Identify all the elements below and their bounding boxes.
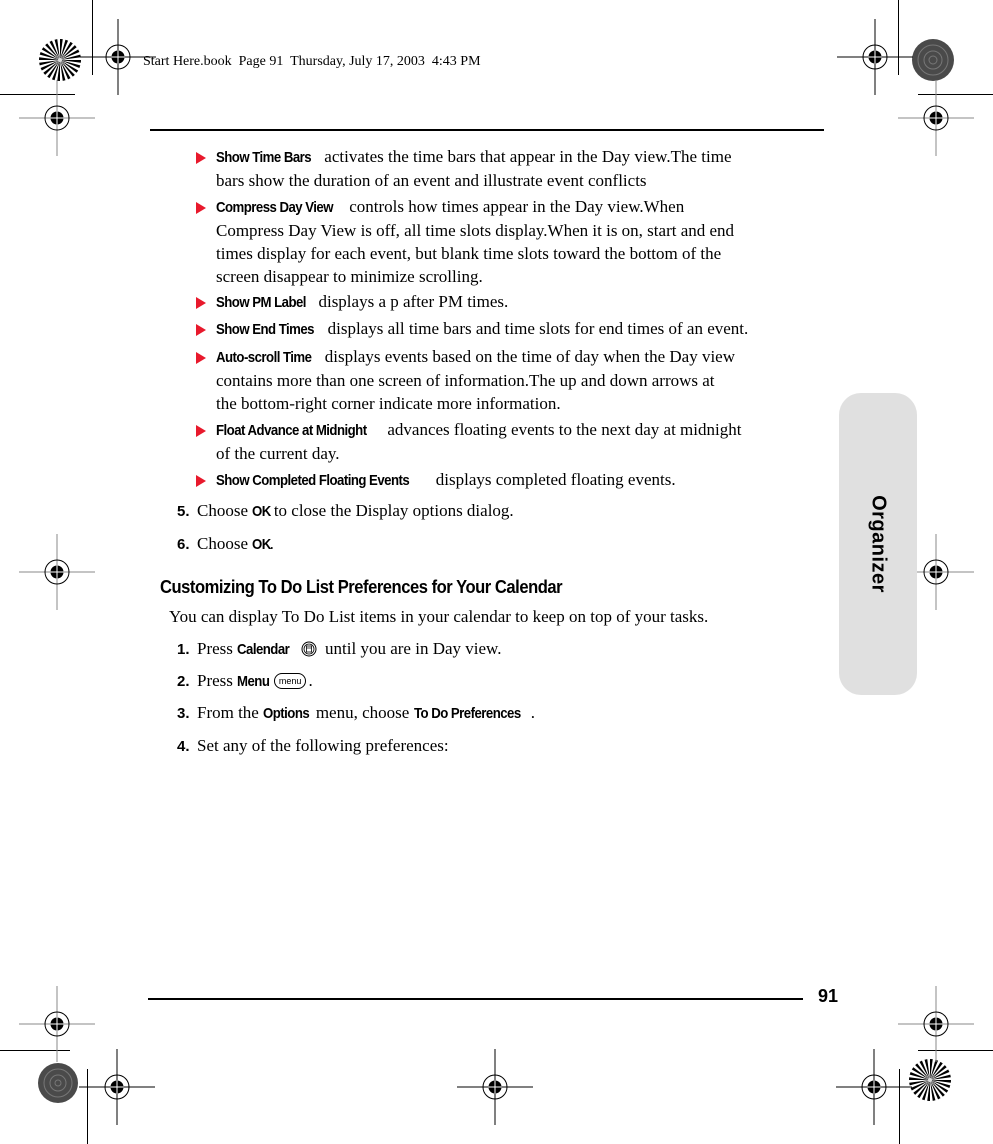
list-item: Show Completed Floating Events displays … xyxy=(196,468,826,492)
option-description: displays completed floating events. xyxy=(435,470,676,489)
option-description: activates the time bars that appear in t… xyxy=(324,147,732,166)
print-stamp: Start Here.book Page 91 Thursday, July 1… xyxy=(143,54,481,69)
registration-crosshair-icon xyxy=(457,1049,533,1125)
option-description: times display for each event, but blank … xyxy=(216,244,722,263)
option-term: Float Advance at Midnight xyxy=(216,422,367,439)
step-item: 5. Choose OK to close the Display options… xyxy=(177,499,514,523)
option-description: Compress Day View is off, all time slots… xyxy=(216,221,735,240)
ui-term: Options xyxy=(263,705,310,722)
bullet-arrow-icon xyxy=(196,425,206,437)
step-text: Press xyxy=(197,639,238,658)
step-number: 2. xyxy=(177,673,190,690)
step-number: 5. xyxy=(177,503,190,520)
option-term: Show PM Label xyxy=(216,294,306,311)
option-description: displays all time bars and time slots fo… xyxy=(327,319,749,338)
list-item: Show Time Bars activates the time bars t… xyxy=(196,145,826,192)
list-item: Show PM Label displays a p after PM time… xyxy=(196,290,826,314)
bullet-arrow-icon xyxy=(196,202,206,214)
option-description: of the current day. xyxy=(216,444,340,463)
option-description: controls how times appear in the Day vie… xyxy=(349,197,685,216)
step-number: 1. xyxy=(177,641,190,658)
option-description: advances floating events to the next day… xyxy=(387,420,742,439)
list-item: Auto-scroll Time displays events based o… xyxy=(196,345,826,415)
gray-target-icon xyxy=(912,39,954,81)
registration-crosshair-icon xyxy=(79,1049,155,1125)
registration-crosshair-icon xyxy=(19,534,95,610)
option-description: displays events based on the time of day… xyxy=(324,347,735,366)
option-description: bars show the duration of an event and i… xyxy=(216,171,647,190)
list-item: Show End Times displays all time bars an… xyxy=(196,317,836,341)
ui-term: Menu xyxy=(237,673,270,690)
menu-button-icon: menu xyxy=(273,673,307,689)
step-item: 3. From the Options menu, choose To Do Pr… xyxy=(177,701,535,725)
ui-term: To Do Preferences xyxy=(413,705,521,722)
step-item: 6. Choose OK. xyxy=(177,532,274,556)
section-side-tab: Organizer xyxy=(839,393,917,695)
step-item: 1. Press Calendar until you are in Day vi… xyxy=(177,637,501,661)
step-number: 4. xyxy=(177,738,190,755)
option-description: contains more than one screen of informa… xyxy=(216,371,715,390)
calendar-button-icon xyxy=(301,641,317,657)
step-text: Press xyxy=(197,671,238,690)
step-text: until you are in Day view. xyxy=(320,639,502,658)
option-term: Show Time Bars xyxy=(216,149,312,166)
list-item: Compress Day View controls how times app… xyxy=(196,195,826,288)
step-item: 2. Press Menu menu. xyxy=(177,669,313,693)
option-term: Compress Day View xyxy=(216,199,334,216)
step-text: to close the Display options dialog. xyxy=(269,501,514,520)
bullet-arrow-icon xyxy=(196,324,206,336)
list-item: Float Advance at Midnight advances float… xyxy=(196,418,826,465)
step-text: menu, choose xyxy=(311,703,414,722)
step-text: Set any of the following preferences: xyxy=(197,736,449,755)
step-text: From the xyxy=(197,703,264,722)
option-description: screen disappear to minimize scrolling. xyxy=(216,267,483,286)
step-item: 4. Set any of the following preferences: xyxy=(177,734,449,758)
top-rule xyxy=(150,129,824,131)
bullet-arrow-icon xyxy=(196,152,206,164)
bullet-arrow-icon xyxy=(196,475,206,487)
ui-term: Calendar xyxy=(237,641,290,658)
ui-term: OK xyxy=(252,536,272,553)
ui-term: OK xyxy=(252,503,272,520)
gray-target-icon xyxy=(38,1063,78,1103)
section-heading: Customizing To Do List Preferences for Y… xyxy=(160,577,563,597)
step-text: Choose xyxy=(197,501,253,520)
section-intro: You can display To Do List items in your… xyxy=(169,607,709,626)
starburst-target-icon xyxy=(909,1059,951,1101)
option-term: Auto-scroll Time xyxy=(216,349,312,366)
bullet-arrow-icon xyxy=(196,297,206,309)
registration-crosshair-icon xyxy=(19,80,95,156)
option-description: the bottom-right corner indicate more in… xyxy=(216,394,561,413)
step-text: . xyxy=(308,671,313,690)
registration-crosshair-icon xyxy=(836,1049,912,1125)
option-description: displays a p after PM times. xyxy=(318,292,509,311)
step-number: 3. xyxy=(177,705,190,722)
option-term: Show End Times xyxy=(216,321,315,338)
step-text: Choose xyxy=(197,534,253,553)
registration-crosshair-icon xyxy=(898,80,974,156)
side-tab-label: Organizer xyxy=(867,495,890,593)
step-number: 6. xyxy=(177,536,190,553)
bottom-rule xyxy=(148,998,803,1000)
step-text: . xyxy=(530,703,536,722)
starburst-target-icon xyxy=(39,39,81,81)
bullet-arrow-icon xyxy=(196,352,206,364)
option-term: Show Completed Floating Events xyxy=(216,472,410,489)
page-number: 91 xyxy=(818,986,839,1006)
